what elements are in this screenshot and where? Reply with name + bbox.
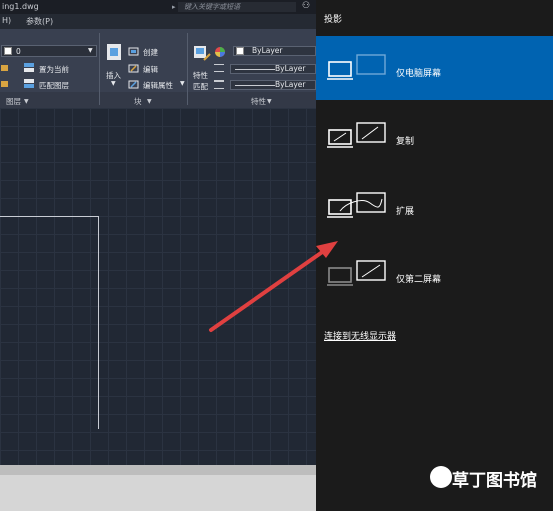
watermark: 草丁图书馆	[430, 466, 552, 491]
watermark-text: 草丁图书馆	[452, 471, 537, 491]
watermark-logo-icon	[430, 466, 452, 488]
annotation-arrow	[209, 241, 338, 332]
